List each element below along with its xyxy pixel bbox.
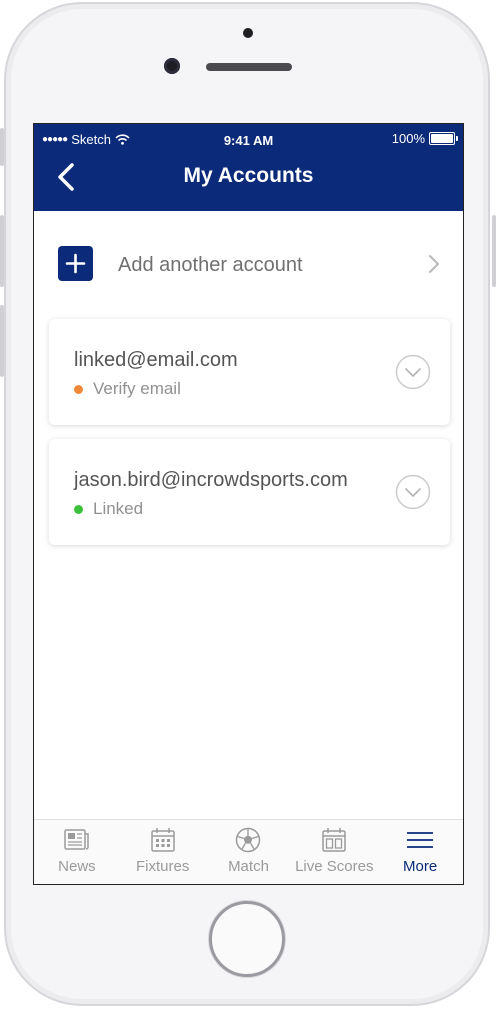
- front-camera: [164, 58, 180, 74]
- account-status: Linked: [74, 499, 143, 519]
- tab-label: More: [402, 858, 438, 875]
- menu-icon: [407, 832, 434, 848]
- chevron-down-circle-icon[interactable]: [395, 474, 431, 510]
- account-status: Verify email: [74, 379, 181, 399]
- app-screen: ●●●●● Sketch 9:41 AM 100% My Accounts Ad…: [33, 123, 464, 885]
- tab-live-scores[interactable]: Live Scores: [291, 820, 377, 884]
- football-icon: [236, 827, 261, 853]
- account-card-1[interactable]: jason.bird@incrowdsports.com Linked: [49, 439, 450, 545]
- account-status-label: Linked: [93, 499, 144, 518]
- chevron-right-icon: [429, 255, 439, 273]
- tab-label: Fixtures: [136, 858, 190, 875]
- tab-news[interactable]: News: [34, 820, 120, 884]
- chevron-down-circle-icon[interactable]: [395, 354, 431, 390]
- page-title: My Accounts: [183, 164, 314, 187]
- account-card-0[interactable]: linked@email.com Verify email: [49, 319, 450, 425]
- volume-up-button: [0, 215, 4, 287]
- tab-match[interactable]: Match: [206, 820, 292, 884]
- status-right: 100%: [391, 131, 458, 146]
- newspaper-icon: [64, 829, 89, 850]
- mute-switch: [0, 128, 4, 166]
- volume-down-button: [0, 305, 4, 377]
- status-dot-green: [74, 504, 83, 514]
- earpiece-speaker: [206, 63, 292, 71]
- add-account-label: Add another account: [118, 254, 303, 276]
- account-email: jason.bird@incrowdsports.com: [74, 469, 348, 491]
- status-dot-orange: [74, 384, 83, 394]
- tab-bar: News Fixtures Match Live Scores More: [34, 819, 463, 884]
- tab-label: Live Scores: [295, 858, 374, 875]
- battery-icon: [429, 132, 458, 145]
- scoreboard-icon: [322, 828, 347, 852]
- home-button[interactable]: [209, 901, 285, 977]
- navigation-bar: ●●●●● Sketch 9:41 AM 100% My Accounts: [34, 124, 463, 211]
- tab-label: News: [58, 858, 96, 875]
- power-button: [492, 215, 496, 287]
- tab-more[interactable]: More: [377, 820, 463, 884]
- account-email: linked@email.com: [74, 349, 238, 371]
- tab-fixtures[interactable]: Fixtures: [120, 820, 206, 884]
- plus-icon: [58, 246, 93, 281]
- battery-percent: 100%: [391, 131, 425, 146]
- add-account-row[interactable]: Add another account: [34, 234, 463, 294]
- proximity-sensor: [243, 28, 253, 38]
- calendar-icon: [150, 828, 175, 852]
- tab-label: Match: [228, 858, 269, 875]
- account-status-label: Verify email: [93, 379, 181, 398]
- status-bar: ●●●●● Sketch 9:41 AM 100%: [34, 124, 463, 154]
